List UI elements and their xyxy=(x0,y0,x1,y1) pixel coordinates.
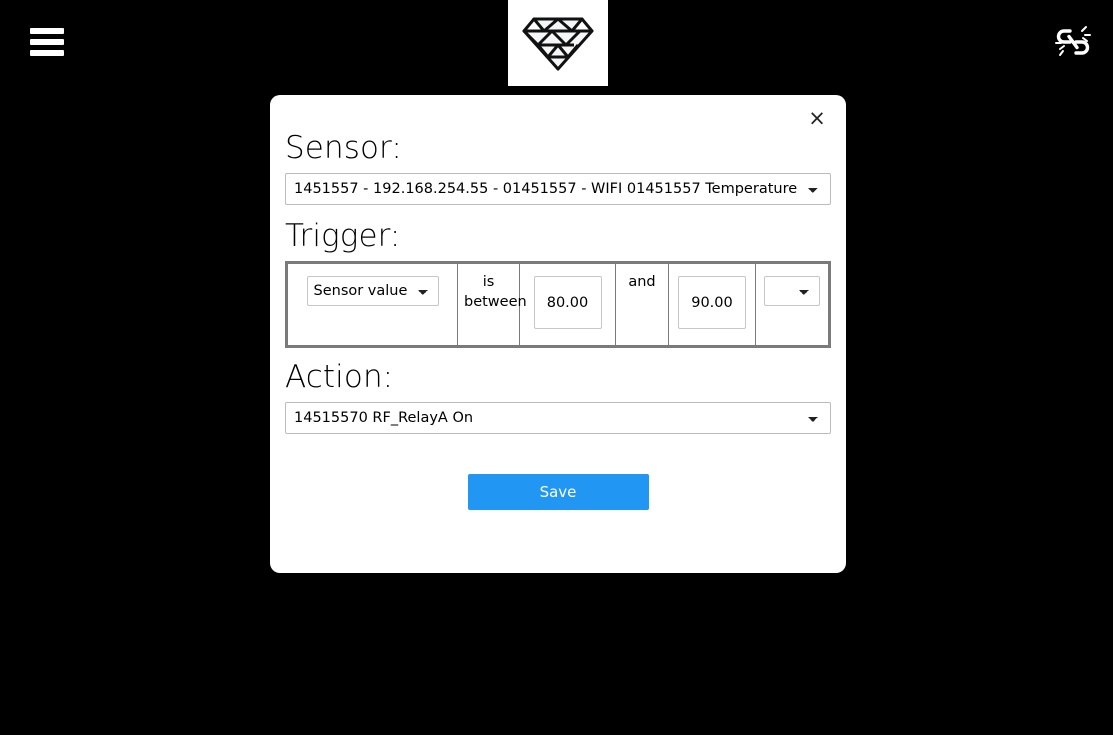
action-select[interactable]: 14515570 RF_RelayA On xyxy=(285,402,831,435)
trigger-source-cell: Sensor value xyxy=(286,262,458,348)
trigger-unit-select[interactable] xyxy=(764,276,820,307)
rule-editor-dialog: × Sensor: 1451557 - 192.168.254.55 - 014… xyxy=(270,95,846,573)
save-button[interactable]: Save xyxy=(467,474,649,511)
hamburger-bar-2 xyxy=(30,39,64,45)
trigger-low-input[interactable] xyxy=(533,276,602,330)
broken-link-glyph xyxy=(1055,26,1091,56)
sensor-select[interactable]: 1451557 - 192.168.254.55 - 01451557 - WI… xyxy=(285,173,831,206)
trigger-section-title: Trigger: xyxy=(285,218,401,255)
trigger-high-cell xyxy=(668,262,756,348)
trigger-unit-cell xyxy=(755,262,830,348)
action-section-title: Action: xyxy=(285,359,394,396)
diamond-logo-icon xyxy=(522,17,594,71)
app-logo[interactable] xyxy=(508,0,608,86)
dialog-body: Sensor: 1451557 - 192.168.254.55 - 01451… xyxy=(285,130,831,511)
dialog-footer: Save xyxy=(285,474,831,511)
top-bar xyxy=(0,0,1113,88)
trigger-condition-label: is between xyxy=(464,274,527,310)
trigger-conjunction-label: and xyxy=(628,274,656,291)
hamburger-bar-3 xyxy=(30,50,64,56)
sensor-section-title: Sensor: xyxy=(285,130,402,166)
close-icon[interactable]: × xyxy=(802,103,832,133)
hamburger-menu-icon[interactable] xyxy=(30,28,64,56)
broken-link-icon[interactable] xyxy=(1047,16,1099,68)
table-row: Sensor value is between and xyxy=(286,262,830,348)
trigger-conjunction-cell: and xyxy=(615,262,669,348)
trigger-condition-cell: is between xyxy=(457,262,527,348)
trigger-low-cell xyxy=(519,262,616,348)
hamburger-bar-1 xyxy=(30,28,64,34)
trigger-condition-table: Sensor value is between and xyxy=(285,261,831,349)
trigger-high-input[interactable] xyxy=(678,276,746,330)
trigger-source-select[interactable]: Sensor value xyxy=(306,276,439,307)
